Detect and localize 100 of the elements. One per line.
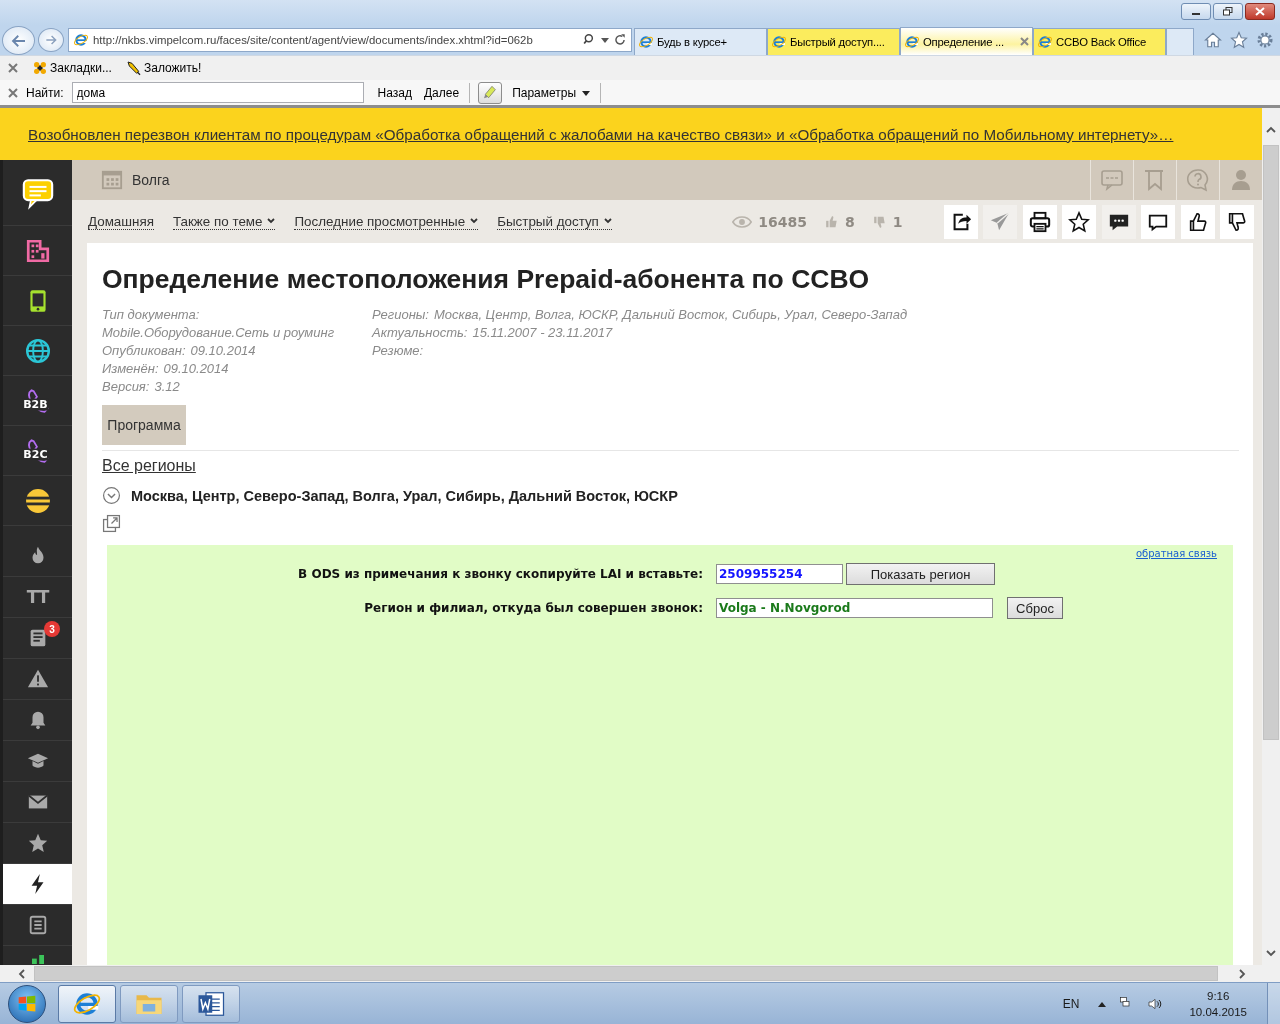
printer-icon bbox=[1028, 210, 1051, 233]
sidebar-button[interactable] bbox=[3, 864, 72, 905]
taskbar-button[interactable] bbox=[182, 984, 240, 1023]
minimize-button[interactable] bbox=[1181, 3, 1211, 20]
section-tab[interactable]: Программа bbox=[102, 405, 186, 445]
meta-label: Тип документа: bbox=[102, 306, 201, 324]
browser-tab[interactable]: CCBO Back Office bbox=[1033, 28, 1166, 55]
highlight-button[interactable] bbox=[478, 81, 503, 104]
caret-icon bbox=[267, 218, 276, 224]
external-link-icon[interactable] bbox=[102, 514, 121, 533]
find-button[interactable]: Далее bbox=[421, 85, 462, 100]
close-button[interactable] bbox=[1245, 3, 1275, 20]
star-icon[interactable] bbox=[1230, 31, 1248, 49]
arrow-right-icon bbox=[44, 33, 58, 47]
document-title: Определение местоположения Prepaid-абонента по CCBO bbox=[102, 263, 871, 296]
scroll-down-icon[interactable] bbox=[1265, 947, 1277, 959]
browser-icon bbox=[638, 34, 654, 50]
restore-icon bbox=[1223, 7, 1233, 16]
favorite-link[interactable]: Заложить! bbox=[125, 60, 202, 76]
sidebar-button[interactable]: 3 bbox=[3, 618, 72, 659]
count-badge: 3 bbox=[44, 621, 60, 637]
meta-label: Актуальность: bbox=[372, 325, 468, 340]
regions-list: Москва, Центр, Северо-Запад, Волга, Урал, Сибирь, Дальний Восток, ЮСКР bbox=[131, 487, 678, 504]
caret-icon[interactable] bbox=[601, 36, 609, 44]
start-button[interactable] bbox=[8, 984, 46, 1023]
scroll-thumb[interactable] bbox=[34, 966, 1218, 981]
field-label: Регион и филиал, откуда был совершен звонок: bbox=[363, 601, 703, 615]
browser-icon bbox=[73, 32, 89, 48]
back-button[interactable] bbox=[2, 26, 35, 55]
text-field[interactable]: 2509955254 bbox=[716, 564, 843, 584]
close-icon bbox=[1255, 7, 1265, 16]
user-icon bbox=[1229, 168, 1253, 192]
close-icon[interactable] bbox=[8, 87, 18, 98]
clock[interactable]: 9:16 10.04.2015 bbox=[1189, 987, 1247, 1020]
thumbs-down-button[interactable] bbox=[1220, 204, 1254, 239]
scroll-thumb[interactable] bbox=[1263, 145, 1279, 740]
close-icon[interactable] bbox=[1020, 37, 1029, 46]
meta-value: 3.12 bbox=[154, 379, 180, 394]
caret-icon bbox=[470, 218, 479, 224]
feedback-link[interactable]: обратная связь bbox=[1135, 548, 1217, 559]
nav-link[interactable]: Также по теме bbox=[172, 213, 276, 230]
expand-icon[interactable] bbox=[102, 486, 121, 505]
all-regions-link[interactable]: Все регионы bbox=[102, 456, 196, 476]
address-field[interactable]: http://nkbs.vimpelcom.ru/faces/site/content/agent/view/documents/index.xhtml?id=062b bbox=[68, 28, 632, 52]
browser-icon bbox=[904, 33, 920, 50]
browser-tab[interactable]: Быстрый доступ.... bbox=[767, 28, 900, 55]
bar-chart-icon bbox=[31, 955, 44, 964]
nav-link[interactable]: Быстрый доступ bbox=[497, 213, 612, 230]
nav-link[interactable]: Домашняя bbox=[88, 213, 154, 230]
caret-icon bbox=[582, 88, 591, 97]
share-button[interactable] bbox=[943, 204, 978, 239]
meta-value: 15.11.2007 - 23.11.2017 bbox=[472, 325, 613, 340]
caret-icon bbox=[603, 218, 612, 224]
nav-link[interactable]: Последние просмотренные bbox=[294, 213, 479, 230]
meta-label: Изменён: bbox=[102, 361, 159, 376]
refresh-icon[interactable] bbox=[613, 33, 627, 47]
highlighter-icon bbox=[482, 84, 499, 101]
meta-label: Версия: bbox=[102, 379, 150, 394]
sms-icon bbox=[1100, 168, 1124, 192]
help-icon bbox=[1186, 168, 1210, 192]
close-icon[interactable] bbox=[8, 63, 18, 73]
building-icon bbox=[24, 237, 51, 264]
browser-icon bbox=[1037, 34, 1053, 50]
find-field[interactable]: дома bbox=[71, 82, 364, 103]
restore-button[interactable] bbox=[1213, 3, 1243, 20]
form-button[interactable]: Сброс bbox=[1007, 597, 1063, 619]
meta-value: 09.10.2014 bbox=[190, 343, 256, 358]
thumbs-down-icon bbox=[872, 214, 887, 229]
vote-count: 8 bbox=[845, 213, 855, 230]
printer-button[interactable] bbox=[1022, 204, 1057, 239]
thumbs-down-icon bbox=[1226, 210, 1248, 233]
meta-label: Опубликован: bbox=[102, 343, 186, 358]
browser-icon bbox=[771, 34, 787, 50]
taskbar-button[interactable] bbox=[58, 984, 116, 1023]
language-indicator[interactable]: EN bbox=[1062, 996, 1080, 1011]
form-button[interactable]: Показать регион bbox=[846, 563, 995, 585]
star-icon bbox=[1068, 210, 1090, 233]
text-field[interactable]: Volga - N.Novgorod bbox=[716, 598, 993, 618]
home-icon[interactable] bbox=[1204, 31, 1222, 49]
meta-value: Mobile.Оборудование.Сеть и роуминг bbox=[102, 324, 336, 342]
scroll-right-icon[interactable] bbox=[1236, 967, 1248, 980]
options-button[interactable]: Параметры bbox=[510, 85, 593, 100]
meta-label: Резюме: bbox=[372, 343, 424, 358]
star-button[interactable] bbox=[1062, 204, 1096, 239]
scroll-left-icon[interactable] bbox=[16, 967, 28, 980]
browser-tab[interactable]: Будь в курсе+ bbox=[634, 28, 767, 55]
browser-tab[interactable]: Определение ... bbox=[900, 27, 1033, 55]
view-count: 16485 bbox=[758, 213, 807, 230]
thumbs-up-button[interactable] bbox=[1180, 204, 1215, 239]
settings-icon[interactable] bbox=[1256, 31, 1274, 49]
calendar-icon bbox=[100, 169, 124, 191]
speech-bubble-button[interactable] bbox=[1141, 204, 1175, 239]
meta-value: 09.10.2014 bbox=[163, 361, 229, 376]
globe-icon bbox=[24, 337, 51, 364]
find-label: Найти: bbox=[26, 85, 64, 100]
favorite-link[interactable]: Закладки... bbox=[32, 60, 112, 76]
vote-count: 1 bbox=[892, 213, 903, 230]
find-button[interactable]: Назад bbox=[375, 85, 414, 100]
announcement-link[interactable]: Возобновлен перезвон клиентам по процедурам «Обработка обращений с жалобами на качество связи» и «Обработка обращений по Мобильному интернету»… bbox=[28, 125, 1174, 143]
warning-icon bbox=[26, 668, 49, 690]
